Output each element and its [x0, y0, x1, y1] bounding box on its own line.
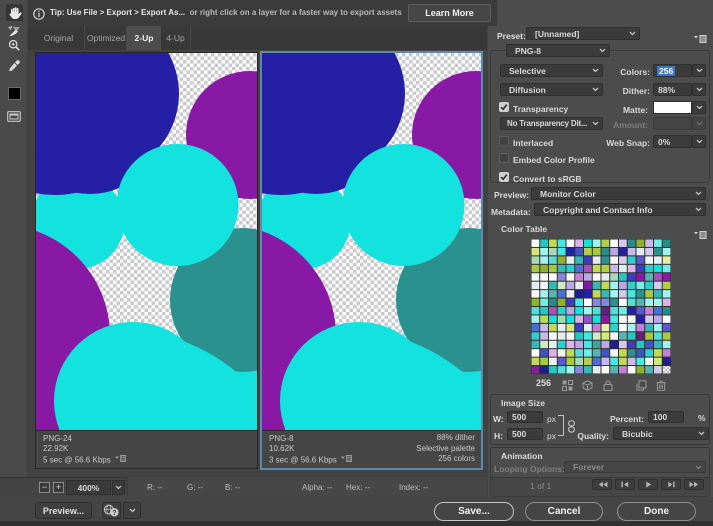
svg-text:?: ? — [112, 509, 116, 516]
